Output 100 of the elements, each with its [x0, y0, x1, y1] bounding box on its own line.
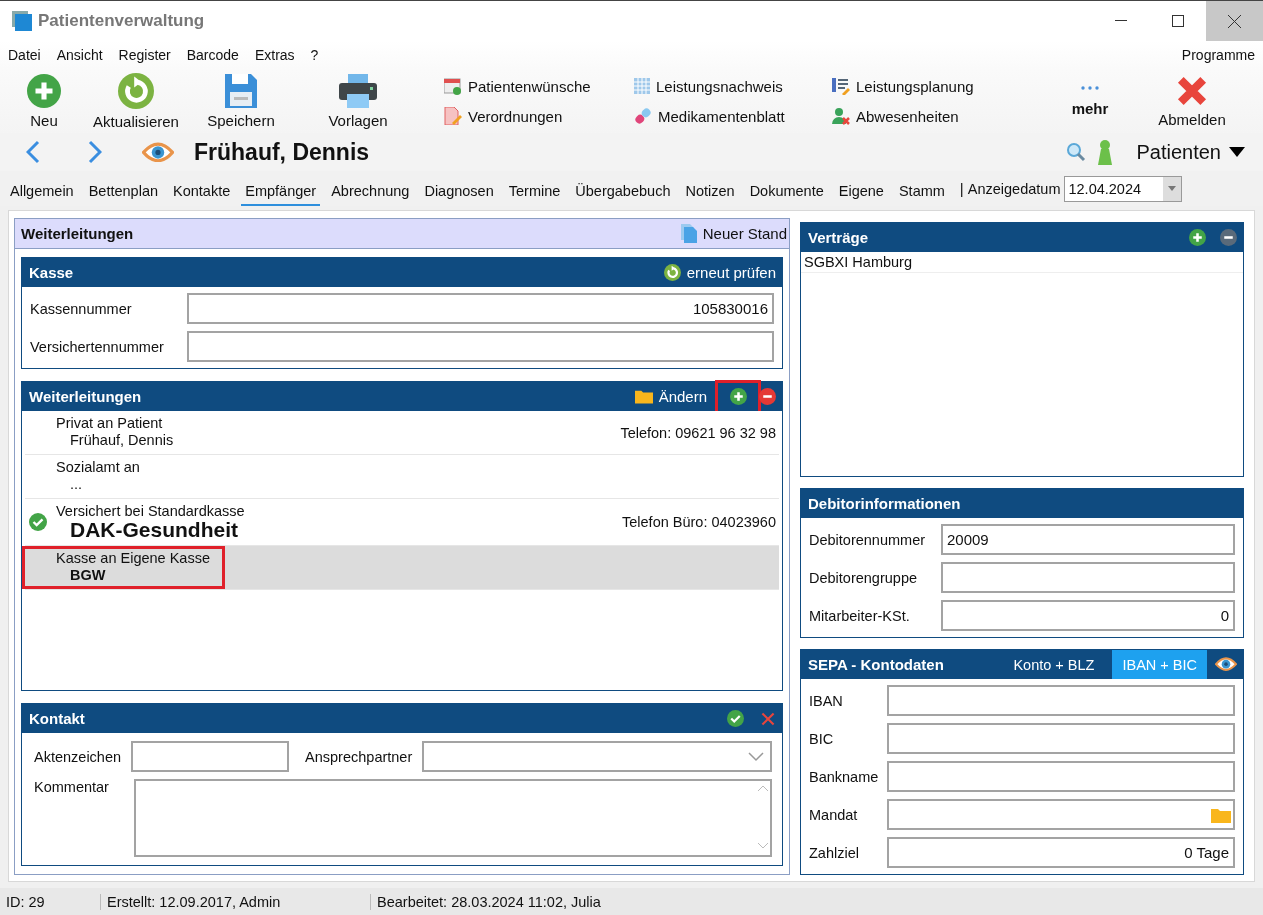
tab[interactable]: Diagnosen [420, 176, 498, 207]
dropdown-field[interactable] [422, 741, 772, 772]
remove-button[interactable] [1220, 229, 1237, 246]
folder-icon [1211, 806, 1231, 823]
input-field[interactable]: 105830016 [187, 293, 774, 324]
input-field[interactable] [887, 761, 1235, 792]
patients-dropdown[interactable]: Patienten [1136, 140, 1245, 164]
search-button[interactable] [1066, 142, 1087, 162]
confirm-button[interactable] [727, 710, 744, 727]
tab[interactable]: Kontakte [169, 176, 235, 207]
toolbar-link[interactable]: Abwesenheiten [832, 101, 959, 131]
tab[interactable]: Termine [504, 176, 565, 207]
app-icon [12, 11, 32, 31]
minus-circle-icon [759, 388, 776, 405]
calendar-icon [444, 77, 462, 95]
folder-icon [634, 389, 653, 404]
input-field[interactable]: 0 [941, 600, 1235, 631]
panel-title: Weiterleitungen [29, 388, 143, 405]
input-field[interactable]: 0 Tage [887, 837, 1235, 868]
contract-item[interactable]: SGBXI Hamburg [801, 252, 1243, 273]
tab[interactable]: Übergabebuch [571, 176, 675, 207]
show-button[interactable] [1215, 657, 1237, 672]
caret-down-icon [1229, 147, 1245, 157]
tab[interactable]: Eigene [834, 176, 888, 207]
maximize-icon [1171, 15, 1184, 27]
toolbar-button[interactable]: Aktualisieren [80, 72, 192, 130]
plus-circle-icon [1189, 229, 1206, 246]
chevron-right-icon [88, 140, 102, 164]
tab[interactable]: Stamm [894, 176, 949, 207]
field-label: IBAN [809, 692, 844, 709]
toolbar-link[interactable]: Medikamentenblatt [634, 101, 785, 131]
tab[interactable]: Dokumente [745, 176, 828, 207]
list-row[interactable]: Privat an Patient Frühauf, Dennis Telefon: 09621 96 32 98 [25, 411, 779, 455]
field-label: BIC [809, 730, 835, 747]
toolbar-link[interactable]: Leistungsnachweis [634, 71, 783, 101]
patient-name: Frühauf, Dennis [194, 138, 370, 166]
entry-title: Versichert bei Standardkasse [56, 503, 245, 519]
more-button[interactable]: mehr [1050, 85, 1130, 117]
section-title: Weiterleitungen [21, 225, 134, 242]
input-field[interactable] [887, 799, 1235, 830]
pill-icon [634, 107, 652, 125]
pawn-icon [1096, 139, 1115, 165]
eye-icon [142, 141, 174, 163]
toolbar-link[interactable]: Leistungsplanung [832, 71, 974, 101]
separator-text: | [959, 180, 964, 197]
menu-item[interactable]: ? [310, 47, 319, 63]
cancel-button[interactable] [760, 710, 776, 727]
menu-item[interactable]: Register [118, 47, 171, 63]
dots-icon [1081, 85, 1099, 90]
list-pencil-icon [832, 77, 850, 95]
logout-button[interactable]: Abmelden [1142, 74, 1242, 128]
menu-item[interactable]: Programme [1181, 47, 1255, 63]
panel-title: Verträge [808, 229, 870, 246]
tab[interactable]: Abrechnung [327, 176, 414, 207]
new-version-button[interactable]: Neuer Stand [679, 224, 787, 243]
panel-title: SEPA - Kontodaten [808, 656, 945, 673]
menu-item[interactable]: Ansicht [56, 47, 103, 63]
input-field[interactable] [187, 331, 774, 362]
phone-number: Telefon: 09621 96 32 98 [620, 424, 776, 441]
date-field[interactable]: 12.04.2024 [1064, 175, 1183, 202]
tab[interactable]: Allgemein [6, 176, 78, 207]
menu-item[interactable]: Datei [8, 47, 41, 63]
recheck-button[interactable]: erneut prüfen [663, 264, 776, 281]
field-label: Kommentar [34, 779, 110, 795]
mode-tab[interactable]: Konto + BLZ [1003, 650, 1105, 679]
field-label: Aktenzeichen [34, 748, 122, 765]
input-field[interactable] [131, 741, 290, 772]
menu-item[interactable]: Barcode [186, 47, 239, 63]
toolbar-link[interactable]: Patientenwünsche [444, 71, 591, 101]
chevron-down-icon [748, 751, 764, 762]
eye-icon [1215, 657, 1237, 672]
input-field[interactable] [941, 562, 1235, 593]
edit-button[interactable]: Ändern [634, 388, 707, 405]
add-button[interactable] [1189, 229, 1206, 246]
status-text: Erstellt: 12.09.2017, Admin [100, 893, 370, 910]
list-row[interactable]: Kasse an Eigene Kasse BGW [25, 546, 779, 590]
input-field[interactable]: 20009 [941, 524, 1235, 555]
minus-circle-icon [1220, 229, 1237, 246]
table-icon [634, 78, 650, 94]
field-label: Bankname [809, 768, 880, 785]
remove-button[interactable] [759, 388, 776, 405]
tab[interactable]: Bettenplan [84, 176, 162, 207]
field-label: Debitorengruppe [809, 569, 919, 586]
field-label: Mitarbeiter-KSt. [809, 607, 911, 624]
toolbar-link[interactable]: Verordnungen [444, 101, 563, 131]
status-text: ID: 29 [5, 893, 46, 910]
documents-icon [679, 224, 697, 243]
input-field[interactable] [887, 723, 1235, 754]
tab[interactable]: Notizen [681, 176, 739, 207]
close-icon [760, 710, 776, 727]
menu-item[interactable]: Extras [254, 47, 295, 63]
field-label: Versichertennummer [30, 338, 165, 355]
input-field[interactable] [887, 685, 1235, 716]
entry-name: ... [69, 475, 84, 494]
close-icon [1176, 74, 1208, 107]
toolbar-button[interactable]: Vorlagen [290, 73, 426, 129]
entry-title: Kasse an Eigene Kasse [56, 550, 210, 566]
toolbar-button[interactable]: Neu [8, 73, 80, 129]
toolbar-button[interactable]: Speichern [192, 73, 290, 129]
comment-field[interactable] [134, 779, 772, 857]
